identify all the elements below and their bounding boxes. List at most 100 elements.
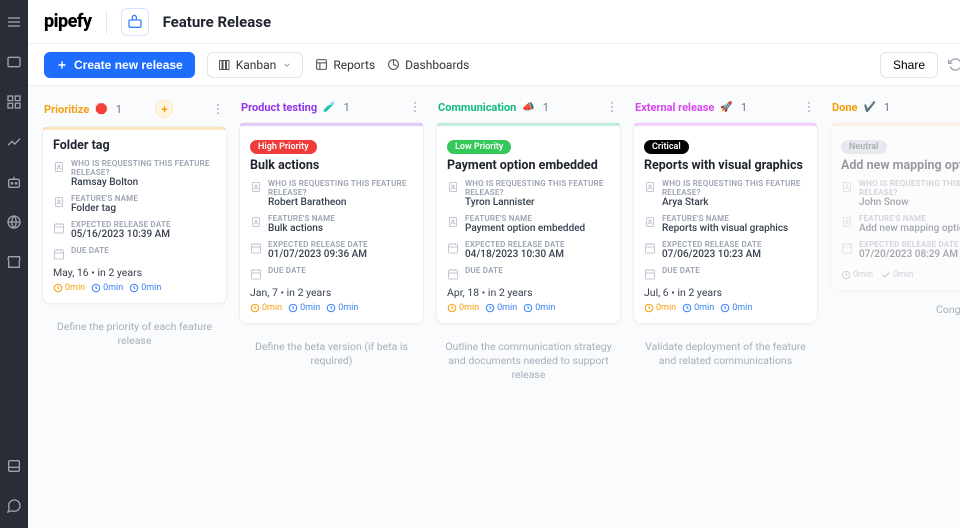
nav-inbox-icon[interactable] (0, 452, 28, 480)
card[interactable]: Folder tagWHO IS REQUESTING THIS FEATURE… (42, 126, 227, 304)
expected-date-field-icon (53, 222, 65, 234)
timer-item: 0min (841, 270, 873, 280)
column-caption: Outline the communication strategy and d… (436, 332, 621, 383)
field-label: EXPECTED RELEASE DATE (859, 240, 959, 249)
column: Done✔️1NeutralAdd new mapping optionWHO … (830, 96, 960, 518)
nav-menu-icon[interactable] (0, 8, 28, 36)
field-label: WHO IS REQUESTING THIS FEATURE RELEASE? (71, 159, 216, 177)
column-emoji: 🛑 (95, 104, 107, 115)
add-card-button[interactable]: + (155, 100, 173, 118)
due-date-field: DUE DATE (447, 266, 610, 280)
timer-item: 0min (53, 283, 85, 293)
column-more-icon[interactable] (408, 100, 422, 114)
due-date-field-icon (447, 268, 459, 280)
field-label: DUE DATE (465, 266, 503, 275)
column-count: 1 (884, 101, 890, 114)
feature-field: FEATURE'S NAMEPayment option embedded (447, 214, 610, 234)
feature-field: FEATURE'S NAMEFolder tag (53, 194, 216, 214)
field-value: Add new mapping option (859, 223, 960, 234)
timer-item: 0min (326, 303, 358, 313)
priority-badge: Low Priority (447, 140, 511, 154)
column-header: External release🚀1 (633, 96, 818, 122)
timers: 0min0min0min (53, 283, 216, 293)
chevron-down-icon (282, 60, 292, 70)
expected-date-field-icon (841, 242, 853, 254)
column-emoji: ✔️ (863, 102, 875, 113)
field-value: Ramsay Bolton (71, 177, 216, 188)
column: Product testing🧪1High PriorityBulk actio… (239, 96, 424, 518)
history-icon[interactable] (948, 57, 960, 72)
card[interactable]: Low Priority Payment option embedded WHO I… (436, 122, 621, 324)
left-nav-rail (0, 0, 28, 528)
timer-item: 0min (129, 283, 161, 293)
field-value: 04/18/2023 10:30 AM (465, 249, 565, 260)
column-more-icon[interactable] (802, 100, 816, 114)
dashboards-link[interactable]: Dashboards (387, 58, 469, 72)
share-button[interactable]: Share (880, 52, 938, 78)
nav-analytics-icon[interactable] (0, 128, 28, 156)
card-title: Bulk actions (250, 158, 413, 173)
card-title: Reports with visual graphics (644, 158, 807, 173)
due-date-field-icon (250, 268, 262, 280)
column-more-icon[interactable] (211, 102, 225, 116)
field-label: WHO IS REQUESTING THIS FEATURE RELEASE? (859, 179, 960, 197)
field-label: EXPECTED RELEASE DATE (465, 240, 565, 249)
timer-item: 0min (250, 303, 282, 313)
field-label: WHO IS REQUESTING THIS FEATURE RELEASE? (662, 179, 807, 197)
requester-field: WHO IS REQUESTING THIS FEATURE RELEASE?R… (53, 159, 216, 188)
due-date-field-icon (644, 268, 656, 280)
page-title: Feature Release (163, 13, 271, 31)
field-value: 05/16/2023 10:39 AM (71, 229, 171, 240)
feature-field-icon (250, 216, 262, 228)
column-header: Communication📣1 (436, 96, 621, 122)
logo[interactable]: pipefy (44, 11, 92, 32)
requester-field: WHO IS REQUESTING THIS FEATURE RELEASE?J… (841, 179, 960, 208)
feature-field: FEATURE'S NAMEReports with visual graphi… (644, 214, 807, 234)
create-release-button[interactable]: Create new release (44, 52, 195, 78)
field-label: EXPECTED RELEASE DATE (71, 220, 171, 229)
reports-link[interactable]: Reports (315, 58, 375, 72)
column-count: 1 (543, 101, 549, 114)
pipe-icon[interactable] (121, 8, 149, 36)
column-count: 1 (344, 101, 350, 114)
due-date-field: DUE DATE (53, 246, 216, 260)
expected-date-field: EXPECTED RELEASE DATE01/07/2023 09:36 AM (250, 240, 413, 260)
field-label: FEATURE'S NAME (71, 194, 138, 203)
expected-date-field-icon (447, 242, 459, 254)
requester-field-icon (644, 181, 656, 193)
feature-field-icon (841, 216, 853, 228)
column-name: Prioritize (44, 103, 89, 116)
priority-badge: Critical (644, 140, 689, 154)
nav-cards-icon[interactable] (0, 48, 28, 76)
timer-item: 0min (720, 303, 752, 313)
nav-store-icon[interactable] (0, 248, 28, 276)
column-header: Product testing🧪1 (239, 96, 424, 122)
column-caption: Define the priority of each feature rele… (42, 312, 227, 348)
field-value: Tyron Lannister (465, 197, 610, 208)
feature-field: FEATURE'S NAMEAdd new mapping option (841, 214, 960, 234)
timers: 0min0min0min (250, 303, 413, 313)
requester-field: WHO IS REQUESTING THIS FEATURE RELEASE?T… (447, 179, 610, 208)
view-label: Kanban (236, 58, 277, 72)
column-more-icon[interactable] (605, 100, 619, 114)
card[interactable]: NeutralAdd new mapping optionWHO IS REQU… (830, 122, 960, 291)
feature-field-icon (644, 216, 656, 228)
nav-chat-icon[interactable] (0, 492, 28, 520)
card-title: Payment option embedded (447, 158, 610, 173)
nav-bot-icon[interactable] (0, 168, 28, 196)
card[interactable]: Critical Reports with visual graphics WHO … (633, 122, 818, 324)
dashboards-label: Dashboards (405, 58, 469, 72)
timer-item: 0min (682, 303, 714, 313)
expected-date-field: EXPECTED RELEASE DATE04/18/2023 10:30 AM (447, 240, 610, 260)
nav-globe-icon[interactable] (0, 208, 28, 236)
field-value: Reports with visual graphics (662, 223, 788, 234)
card[interactable]: High PriorityBulk actionsWHO IS REQUESTI… (239, 122, 424, 324)
timer-item: 0min (485, 303, 517, 313)
column-emoji: 📣 (522, 102, 534, 113)
topbar: pipefy Feature Release (28, 0, 960, 44)
view-selector[interactable]: Kanban (207, 52, 304, 78)
field-label: WHO IS REQUESTING THIS FEATURE RELEASE? (268, 179, 413, 197)
field-label: DUE DATE (71, 246, 109, 255)
nav-grid-icon[interactable] (0, 88, 28, 116)
feature-field-icon (447, 216, 459, 228)
